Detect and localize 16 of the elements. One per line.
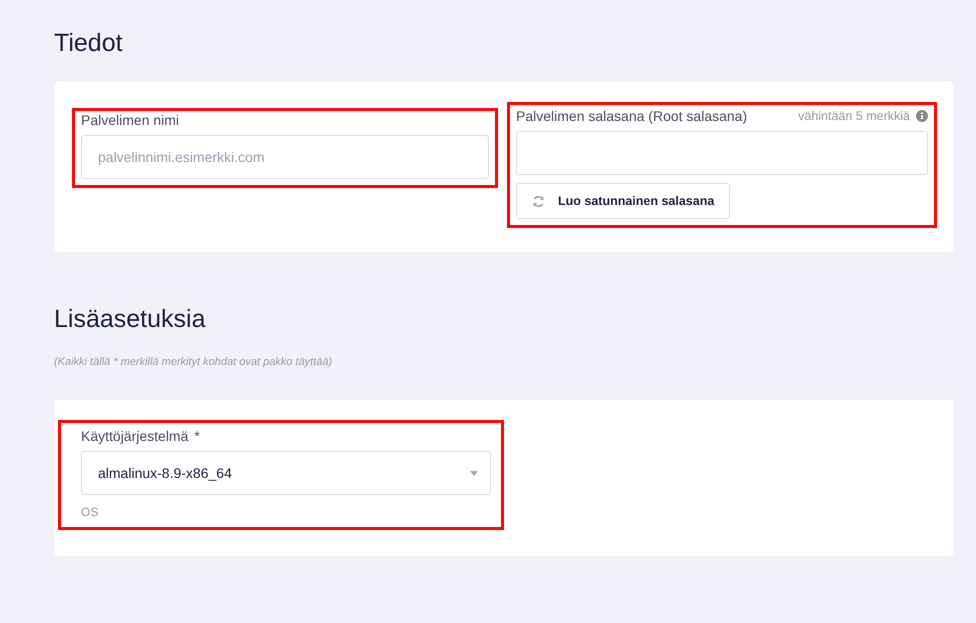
field-label: Käyttöjärjestelmä — [81, 428, 188, 444]
field-label: Palvelimen nimi — [81, 112, 180, 128]
field-label: Palvelimen salasana (Root salasana) — [516, 108, 748, 124]
required-note: (Kaikki tällä * merkillä merkityt kohdat ovat pakko täyttää) — [54, 356, 334, 368]
hint-text: vähintään 5 merkkiä — [798, 109, 910, 123]
help-text: OS — [81, 505, 100, 519]
section-title: Lisäasetuksia — [54, 304, 206, 334]
info-icon[interactable] — [916, 110, 928, 122]
generate-password-button[interactable]: Luo satunnainen salasana — [516, 183, 730, 219]
section-title: Tiedot — [54, 28, 124, 58]
select-field[interactable]: almalinux-8.9-x86_64 — [81, 451, 491, 495]
input-field[interactable] — [516, 131, 928, 175]
input-field[interactable]: palvelinnimi.esimerkki.com — [81, 135, 489, 179]
refresh-icon — [532, 194, 545, 208]
caret-icon — [470, 470, 478, 476]
required-mark: * — [194, 428, 200, 444]
